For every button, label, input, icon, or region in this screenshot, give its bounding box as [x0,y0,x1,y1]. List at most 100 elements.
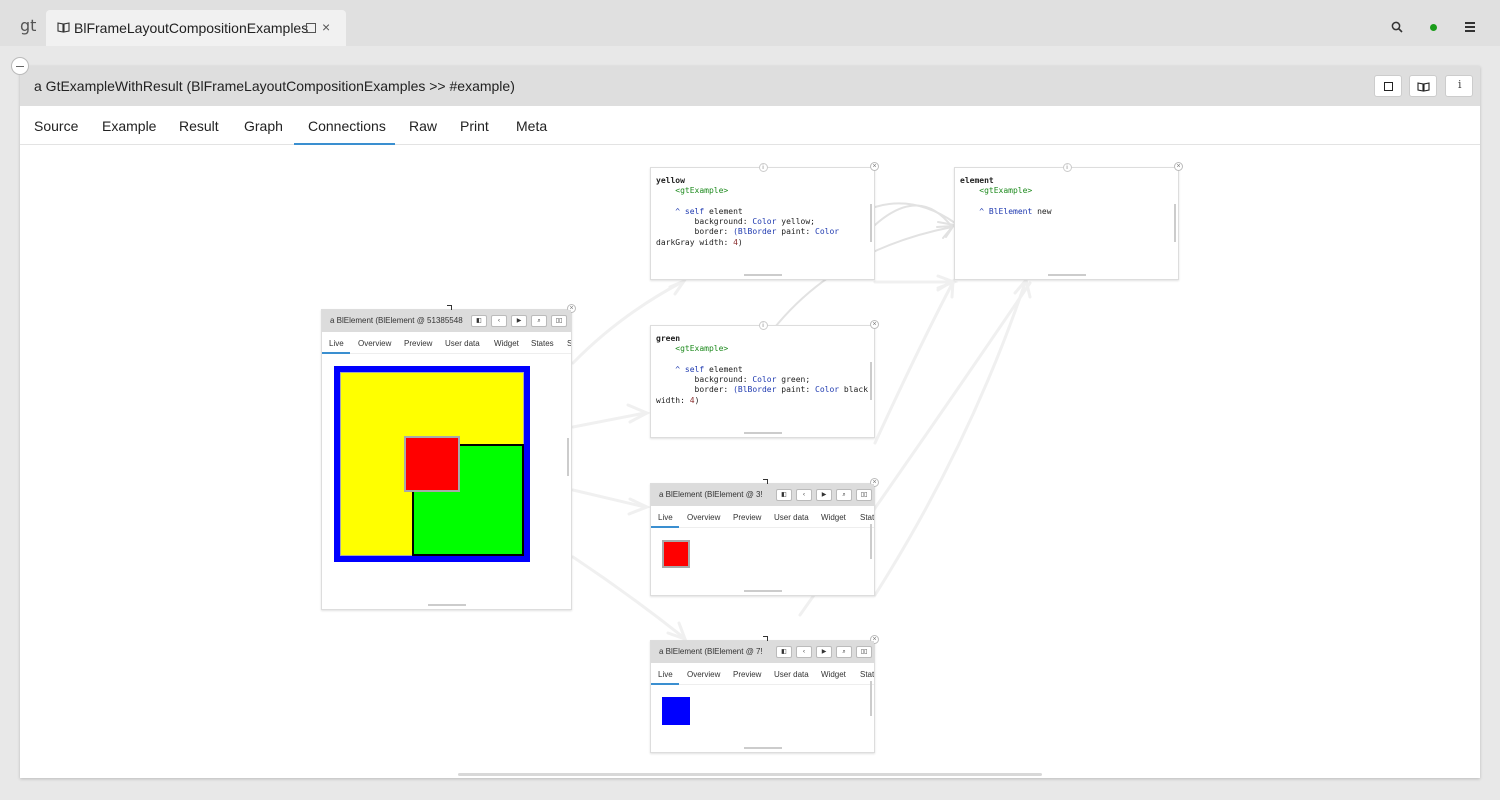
inspector-tabs: Live Overview Preview User data Widget S… [322,332,571,354]
code-card-yellow[interactable]: i × yellow <gtExample> ^ self element ba… [650,162,879,280]
code-class: Color [815,385,840,395]
tab-preview[interactable]: Preview [404,339,432,348]
tab-raw[interactable]: Raw [409,118,437,134]
scrollbar[interactable] [1174,204,1176,242]
scrollbar[interactable] [870,362,872,400]
scrollbar[interactable] [870,681,872,716]
tab-widget[interactable]: Widget [821,513,846,522]
inspector-header: a BlElement (BlElement @ 51385548 ◧ ‹ ▶ … [322,310,571,332]
maximize-button[interactable]: ◧ [776,489,792,501]
inspect-icon[interactable]: ⌕ [531,315,547,327]
code-card-green[interactable]: i × green <gtExample> ^ self element bac… [650,320,879,438]
tab-overview[interactable]: Overview [687,513,720,522]
tab-result[interactable]: Result [179,118,219,134]
resize-handle[interactable] [743,590,782,592]
close-icon[interactable]: × [322,19,330,35]
scrollbar[interactable] [567,438,569,476]
red-element-preview[interactable] [662,540,690,568]
inspector-title: a BlElement (BlElement @ 51385548 [330,316,463,325]
tab-states[interactable]: States [860,513,874,522]
maximize-button[interactable] [1374,75,1402,97]
tab-states[interactable]: States [531,339,554,348]
previous-button[interactable]: ‹ [491,315,507,327]
code-element[interactable]: element <gtExample> ^ BlElement new [960,176,1052,217]
code-selector: yellow [656,176,685,185]
tab-user-data[interactable]: User data [774,513,809,522]
resize-handle[interactable] [743,432,782,434]
info-icon[interactable]: i [1062,163,1072,172]
search-icon[interactable] [1391,21,1403,33]
code-yellow[interactable]: yellow <gtExample> ^ self element backgr… [656,176,839,248]
tab-meta[interactable]: Meta [516,118,547,134]
tab-user-data[interactable]: User data [445,339,480,348]
inspector-main[interactable]: × a BlElement (BlElement @ 51385548 ◧ ‹ … [321,304,576,610]
play-icon[interactable]: ▶ [816,489,832,501]
code-self: self [684,206,705,216]
previous-button[interactable]: ‹ [796,489,812,501]
red-element[interactable] [404,436,460,492]
maximize-button[interactable]: ◧ [471,315,487,327]
tab-user-data[interactable]: User data [774,670,809,679]
tab-live[interactable]: Live [658,513,673,522]
info-button[interactable]: i [1445,75,1473,97]
connections-canvas[interactable]: i × yellow <gtExample> ^ self element ba… [20,145,1480,778]
info-icon[interactable]: i [758,321,768,330]
scrollbar[interactable] [870,204,872,242]
info-icon[interactable]: i [758,163,768,172]
previous-button[interactable]: ‹ [796,646,812,658]
code-green[interactable]: green <gtExample> ^ self element backgro… [656,334,868,406]
tab-graph[interactable]: Graph [244,118,283,134]
play-icon[interactable]: ▶ [511,315,527,327]
top-bar: gt BlFrameLayoutCompositionExamples × [0,0,1500,46]
tab-preview[interactable]: Preview [733,670,761,679]
tab-overview[interactable]: Overview [358,339,391,348]
book-icon[interactable]: ▯▯ [856,646,872,658]
inspect-icon[interactable]: ⌕ [836,646,852,658]
tab-overview[interactable]: Overview [687,670,720,679]
frame-layout-preview[interactable] [334,366,530,562]
menu-icon[interactable] [1465,22,1475,32]
blue-element-preview[interactable] [662,697,690,725]
close-icon[interactable]: × [870,162,879,171]
inspector-blue[interactable]: × a BlElement (BlElement @ 7! ◧ ‹ ▶ ⌕ ▯▯… [650,635,879,753]
horizontal-scrollbar[interactable] [458,773,1042,776]
resize-handle[interactable] [743,274,782,276]
play-icon[interactable]: ▶ [816,646,832,658]
code-class: (BlBorder [733,385,777,395]
inspector-header: a BlElement (BlElement @ 7! ◧ ‹ ▶ ⌕ ▯▯ [651,641,874,663]
code-class: BlElement [988,206,1033,216]
scrollbar[interactable] [870,524,872,559]
tab-live[interactable]: Live [329,339,344,348]
tab-widget[interactable]: Widget [821,670,846,679]
book-icon [57,22,70,33]
tab-preview[interactable]: Preview [733,513,761,522]
resize-handle[interactable] [1047,274,1086,276]
resize-handle[interactable] [743,747,782,749]
close-icon[interactable]: × [870,320,879,329]
book-icon[interactable]: ▯▯ [551,315,567,327]
tab-live[interactable]: Live [658,670,673,679]
window-tab[interactable]: BlFrameLayoutCompositionExamples × [46,10,346,46]
gt-logo[interactable]: gt [20,16,36,35]
tab-print[interactable]: Print [460,118,489,134]
code-class: (BlBorder [733,227,777,237]
code-pragma: <gtExample> [675,344,729,354]
tab-example[interactable]: Example [102,118,156,134]
tab-connections[interactable]: Connections [308,118,386,134]
maximize-button[interactable]: ◧ [776,646,792,658]
tab-source[interactable]: Source [34,118,78,134]
code-pragma: <gtExample> [675,186,729,196]
tab-widget[interactable]: Widget [494,339,519,348]
code-card-element[interactable]: i × element <gtExample> ^ BlElement new [954,162,1183,280]
maximize-icon[interactable] [306,23,316,33]
close-icon[interactable]: × [1174,162,1183,171]
book-icon[interactable]: ▯▯ [856,489,872,501]
inspector-red[interactable]: × a BlElement (BlElement @ 3! ◧ ‹ ▶ ⌕ ▯▯… [650,478,879,596]
resize-handle[interactable] [427,604,466,606]
inspector-tabs: Live Overview Preview User data Widget S… [651,506,874,528]
inspect-icon[interactable]: ⌕ [836,489,852,501]
tab-states[interactable]: States [860,670,874,679]
browse-button[interactable] [1409,75,1437,97]
collapse-icon[interactable] [11,57,29,75]
tab-more[interactable]: S [567,339,571,348]
